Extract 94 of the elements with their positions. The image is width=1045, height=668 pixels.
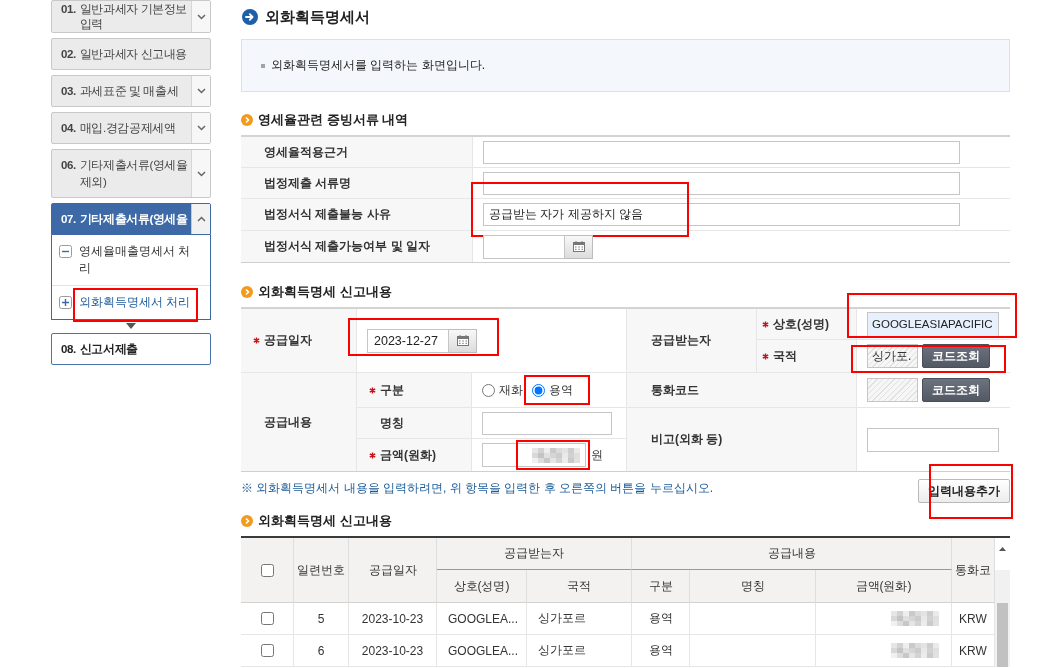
column-header: 공급일자: [349, 538, 437, 603]
text-field[interactable]: [483, 140, 960, 164]
table-cell: 용역: [632, 603, 690, 635]
table-cell: 5: [294, 603, 349, 635]
text-field[interactable]: [483, 171, 960, 195]
table-cell: KRW: [952, 635, 995, 667]
table-cell: 2023-10-23: [349, 603, 437, 635]
table-cell: GOOGLEA...: [437, 635, 527, 667]
column-header: 상호(성명): [437, 570, 527, 603]
info-text: 외화획득명세서를 입력하는 화면입니다.: [271, 57, 485, 74]
radio-label[interactable]: 재화: [499, 381, 523, 399]
date-field[interactable]: 2023-12-27: [367, 328, 449, 353]
bullet-icon: [261, 63, 265, 68]
checkbox[interactable]: [260, 563, 274, 577]
column-header: 통화코: [952, 538, 995, 603]
code-lookup-button[interactable]: 코드조회: [922, 344, 990, 368]
field-label: 영세율적용근거: [264, 143, 348, 161]
section-heading: 외화획득명세 신고내용: [258, 512, 392, 530]
scroll-up-arrow-icon[interactable]: [999, 547, 1006, 551]
field-label: 법정서식 제출불능 사유: [264, 206, 391, 223]
sidebar-step[interactable]: 04. 매입.경감공제세액: [51, 112, 211, 144]
sidebar-step[interactable]: 07. 기타제출서류(영세율: [51, 203, 211, 235]
field-label: 공급받는자: [651, 332, 711, 349]
column-header: 공급내용: [632, 538, 952, 570]
radio-button[interactable]: [532, 383, 545, 397]
chevron-down-icon: [196, 170, 206, 177]
calendar-icon: [456, 335, 469, 346]
sidebar-step[interactable]: 08. 신고서제출: [51, 333, 211, 365]
note-text: ※ 외화획득명세서 내용을 입력하려면, 위 항목을 입력한 후 오른쪽의 버튼을 누르십시오.: [241, 480, 713, 497]
scrollbar-thumb[interactable]: [997, 603, 1008, 667]
calendar-button[interactable]: [565, 234, 593, 259]
column-header: 명칭: [690, 570, 816, 603]
text-field[interactable]: 공급받는 자가 제공하지 않음: [483, 203, 960, 226]
arrow-circle-icon: [242, 9, 258, 25]
field-label: 법정제출 서류명: [264, 174, 352, 192]
table-cell: 6: [294, 635, 349, 667]
submenu-item[interactable]: 외화획득명세서 처리: [52, 285, 210, 319]
column-header: 일련번호: [294, 538, 349, 603]
chevron-circle-icon: [241, 286, 253, 298]
code-field[interactable]: 싱가포.: [867, 344, 918, 368]
field-label: 명칭: [380, 414, 404, 432]
table-cell: KRW: [952, 603, 995, 635]
chevron-down-icon: [196, 13, 206, 20]
down-triangle-icon: [126, 323, 136, 329]
submenu-item[interactable]: 영세율매출명세서 처리: [52, 235, 210, 285]
expand-toggle[interactable]: [191, 204, 210, 234]
sidebar-step[interactable]: 02. 일반과세자 신고내용: [51, 38, 211, 70]
field-label: 법정서식 제출가능여부 및 일자: [264, 238, 430, 255]
unit-label: 원: [591, 446, 603, 464]
checkbox[interactable]: [260, 612, 274, 625]
code-field[interactable]: [867, 378, 918, 402]
table-cell: 용역: [632, 635, 690, 667]
section-heading: 외화획득명세 신고내용: [258, 283, 392, 301]
chevron-down-icon: [196, 88, 206, 94]
section-heading: 영세율관련 증빙서류 내역: [258, 111, 409, 129]
table-cell: GOOGLEA...: [437, 603, 527, 635]
sidebar-step[interactable]: 01. 일반과세자 기본정보 입력: [51, 0, 211, 33]
table-cell: 싱가포르: [527, 603, 632, 635]
chevron-circle-icon: [241, 114, 253, 126]
chevron-down-icon: [196, 125, 206, 131]
field-label: 공급내용: [264, 413, 312, 431]
field-label: 금액(원화): [380, 446, 436, 464]
expand-toggle[interactable]: [191, 113, 210, 143]
code-lookup-button[interactable]: 코드조회: [922, 378, 990, 402]
field-label: 국적: [773, 347, 797, 365]
chevron-up-icon: [196, 216, 206, 222]
amount-field[interactable]: [482, 443, 586, 467]
calendar-button[interactable]: [449, 328, 477, 353]
text-field[interactable]: [867, 427, 999, 452]
text-field[interactable]: [482, 411, 612, 435]
field-label: 공급일자: [264, 332, 312, 349]
radio-label[interactable]: 용역: [549, 381, 573, 399]
table-cell: 싱가포르: [527, 635, 632, 667]
column-header: 구분: [632, 570, 690, 603]
page-title: 외화획득명세서: [265, 7, 370, 27]
expand-toggle[interactable]: [191, 1, 210, 32]
text-field[interactable]: GOOGLEASIAPACIFIC: [867, 311, 999, 337]
table-cell: 2023-10-23: [349, 635, 437, 667]
column-header: 공급받는자: [437, 538, 632, 570]
checkbox[interactable]: [260, 644, 274, 657]
chevron-circle-icon: [241, 515, 253, 527]
expand-toggle[interactable]: [191, 76, 210, 106]
field-label: 비고(외화 등): [651, 431, 723, 448]
expand-toggle[interactable]: [191, 150, 210, 197]
sidebar-step[interactable]: 06. 기타제출서류(영세율 제외): [51, 149, 211, 198]
column-header: 국적: [527, 570, 632, 603]
column-header: 금액(원화): [816, 570, 952, 603]
radio-button[interactable]: [482, 383, 495, 397]
date-field[interactable]: [483, 234, 565, 259]
field-label: 상호(성명): [773, 315, 829, 333]
field-label: 통화코드: [651, 381, 699, 399]
calendar-icon: [572, 241, 585, 252]
sidebar-step[interactable]: 03. 과세표준 및 매출세: [51, 75, 211, 107]
field-label: 구분: [380, 381, 404, 399]
